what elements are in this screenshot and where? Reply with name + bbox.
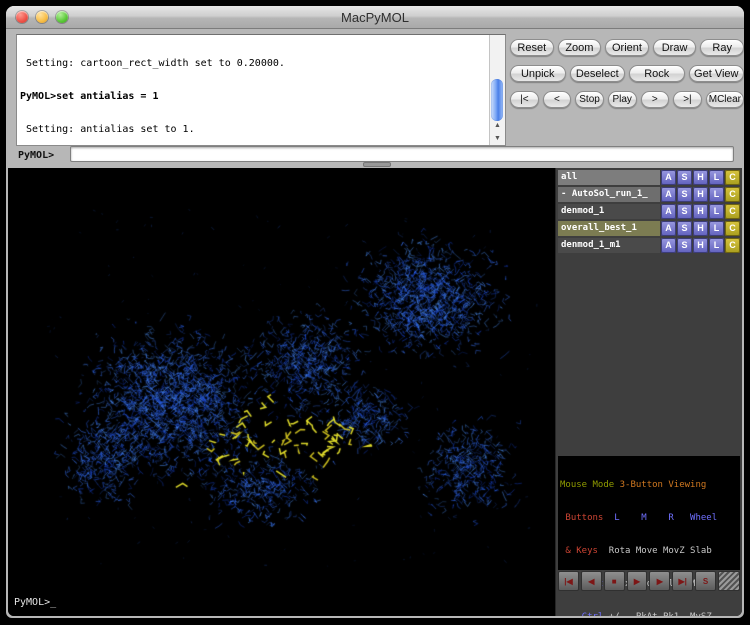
log-line: Setting: antialias set to 1. bbox=[20, 124, 488, 135]
show-menu-button[interactable]: S bbox=[677, 187, 692, 202]
console-log[interactable]: Setting: cartoon_rect_width set to 0.200… bbox=[16, 34, 506, 146]
console-log-text: Setting: cartoon_rect_width set to 0.200… bbox=[20, 36, 488, 144]
log-line: Setting: cartoon_rect_width set to 0.200… bbox=[20, 58, 488, 69]
movie-scene-button[interactable]: S bbox=[695, 571, 716, 591]
movie-back-button[interactable]: < bbox=[543, 91, 572, 108]
ray-button[interactable]: Ray bbox=[700, 39, 744, 56]
viewport-canvas[interactable] bbox=[8, 168, 555, 616]
object-name[interactable]: all bbox=[558, 170, 660, 185]
object-row: - AutoSol_run_1_ A S H L C bbox=[558, 187, 740, 202]
object-name[interactable]: denmod_1_m1 bbox=[558, 238, 660, 253]
mouse-matrix-line: Buttons L M R Wheel bbox=[560, 513, 738, 524]
object-panel: all A S H L C - AutoSol_run_1_ A S H L C… bbox=[555, 168, 742, 616]
movie-prev-button[interactable]: ◀ bbox=[581, 571, 602, 591]
main-area: PyMOL>_ all A S H L C - AutoSol_run_1_ A… bbox=[8, 168, 742, 616]
prompt-label: PyMOL> bbox=[18, 150, 54, 161]
get-view-button[interactable]: Get View bbox=[689, 65, 745, 82]
movie-stop-icon[interactable]: ■ bbox=[604, 571, 625, 591]
object-row: denmod_1_m1 A S H L C bbox=[558, 238, 740, 253]
hide-menu-button[interactable]: H bbox=[693, 187, 708, 202]
hide-menu-button[interactable]: H bbox=[693, 170, 708, 185]
movie-stop-button[interactable]: Stop bbox=[575, 91, 604, 108]
mouse-matrix-line: Ctrl +/- PkAt Pk1 MvSZ bbox=[560, 612, 738, 616]
movie-rewind-button[interactable]: |◀ bbox=[558, 571, 579, 591]
log-line: PyMOL>set antialias = 1 bbox=[20, 91, 488, 102]
mclear-button[interactable]: MClear bbox=[706, 91, 744, 108]
scroll-down-icon[interactable]: ▼ bbox=[490, 132, 505, 145]
resize-grip[interactable] bbox=[718, 571, 740, 591]
scrollbar-thumb[interactable] bbox=[491, 79, 503, 121]
console-scrollbar[interactable]: ▲ ▼ bbox=[489, 35, 505, 145]
action-menu-button[interactable]: A bbox=[661, 238, 676, 253]
show-menu-button[interactable]: S bbox=[677, 170, 692, 185]
label-menu-button[interactable]: L bbox=[709, 187, 724, 202]
color-menu-button[interactable]: C bbox=[725, 221, 740, 236]
movie-next-button[interactable]: ▶ bbox=[649, 571, 670, 591]
object-name[interactable]: - AutoSol_run_1_ bbox=[558, 187, 660, 202]
show-menu-button[interactable]: S bbox=[677, 204, 692, 219]
action-menu-button[interactable]: A bbox=[661, 204, 676, 219]
color-menu-button[interactable]: C bbox=[725, 187, 740, 202]
movie-forward-button[interactable]: > bbox=[641, 91, 670, 108]
zoom-button[interactable]: Zoom bbox=[558, 39, 602, 56]
title-bar[interactable]: MacPyMOL bbox=[6, 6, 744, 29]
window-title: MacPyMOL bbox=[6, 10, 744, 25]
label-menu-button[interactable]: L bbox=[709, 204, 724, 219]
mouse-mode-value[interactable]: 3-Button Viewing bbox=[620, 480, 707, 490]
toolbar: Reset Zoom Orient Draw Ray Unpick Desele… bbox=[510, 39, 744, 117]
splitter-handle[interactable] bbox=[363, 162, 391, 167]
object-row: denmod_1 A S H L C bbox=[558, 204, 740, 219]
draw-button[interactable]: Draw bbox=[653, 39, 697, 56]
movie-controls: |◀ ◀ ■ ▶ ▶ ▶| S bbox=[558, 571, 740, 590]
object-name[interactable]: denmod_1 bbox=[558, 204, 660, 219]
color-menu-button[interactable]: C bbox=[725, 238, 740, 253]
movie-play-icon[interactable]: ▶ bbox=[627, 571, 648, 591]
object-list: all A S H L C - AutoSol_run_1_ A S H L C… bbox=[558, 170, 740, 255]
color-menu-button[interactable]: C bbox=[725, 204, 740, 219]
movie-play-button[interactable]: Play bbox=[608, 91, 637, 108]
label-menu-button[interactable]: L bbox=[709, 221, 724, 236]
mouse-mode-label: Mouse Mode bbox=[560, 480, 620, 490]
object-row: all A S H L C bbox=[558, 170, 740, 185]
hide-menu-button[interactable]: H bbox=[693, 204, 708, 219]
movie-end-button[interactable]: ▶| bbox=[672, 571, 693, 591]
mouse-mode-line[interactable]: Mouse Mode 3-Button Viewing bbox=[560, 480, 738, 491]
viewport[interactable]: PyMOL>_ bbox=[8, 168, 555, 616]
action-menu-button[interactable]: A bbox=[661, 221, 676, 236]
movie-last-button[interactable]: >| bbox=[673, 91, 702, 108]
color-menu-button[interactable]: C bbox=[725, 170, 740, 185]
hide-menu-button[interactable]: H bbox=[693, 221, 708, 236]
show-menu-button[interactable]: S bbox=[677, 238, 692, 253]
label-menu-button[interactable]: L bbox=[709, 170, 724, 185]
label-menu-button[interactable]: L bbox=[709, 238, 724, 253]
deselect-button[interactable]: Deselect bbox=[570, 65, 626, 82]
movie-first-button[interactable]: |< bbox=[510, 91, 539, 108]
action-menu-button[interactable]: A bbox=[661, 187, 676, 202]
object-row: overall_best_1 A S H L C bbox=[558, 221, 740, 236]
orient-button[interactable]: Orient bbox=[605, 39, 649, 56]
viewport-prompt: PyMOL>_ bbox=[14, 597, 56, 608]
mouse-mode-panel: Mouse Mode 3-Button Viewing Buttons L M … bbox=[558, 456, 740, 570]
hide-menu-button[interactable]: H bbox=[693, 238, 708, 253]
scroll-up-icon[interactable]: ▲ bbox=[490, 119, 505, 132]
show-menu-button[interactable]: S bbox=[677, 221, 692, 236]
command-input[interactable] bbox=[70, 146, 734, 162]
main-window: MacPyMOL Setting: cartoon_rect_width set… bbox=[6, 6, 744, 618]
unpick-button[interactable]: Unpick bbox=[510, 65, 566, 82]
rock-button[interactable]: Rock bbox=[629, 65, 685, 82]
reset-button[interactable]: Reset bbox=[510, 39, 554, 56]
object-name[interactable]: overall_best_1 bbox=[558, 221, 660, 236]
mouse-matrix-line: & Keys Rota Move MovZ Slab bbox=[560, 546, 738, 557]
action-menu-button[interactable]: A bbox=[661, 170, 676, 185]
